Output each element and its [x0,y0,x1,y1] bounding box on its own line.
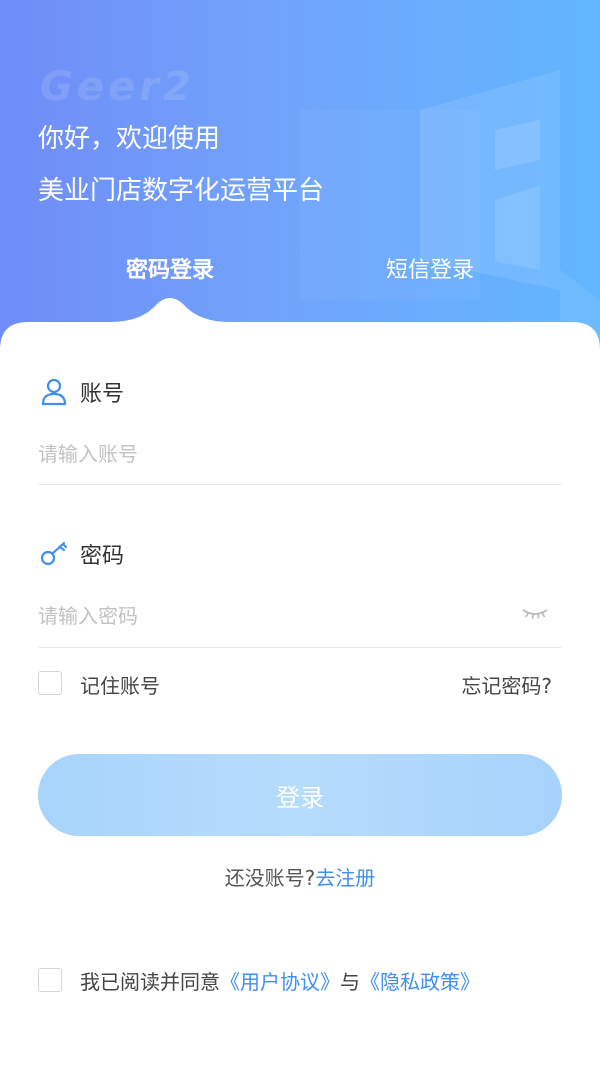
agreement-checkbox[interactable] [38,968,62,992]
tab-password-login[interactable]: 密码登录 [80,252,260,284]
greeting-line1: 你好，欢迎使用 [38,124,221,154]
agreement-prefix: 我已阅读并同意 [80,970,220,994]
password-divider [38,647,562,648]
register-link[interactable]: 去注册 [315,866,375,890]
account-label: 账号 [38,376,124,408]
account-divider [38,484,562,485]
password-label-text: 密码 [80,544,125,569]
agreement-row: 我已阅读并同意《用户协议》与《隐私政策》 [80,966,480,995]
key-icon [38,538,70,570]
password-input[interactable] [38,588,508,644]
remember-checkbox[interactable] [38,671,62,695]
agreement-connector: 与 [340,970,360,994]
brand-watermark: Geer2 [40,64,195,110]
password-label: 密码 [38,538,124,570]
eye-closed-icon[interactable] [520,602,550,622]
user-icon [38,376,70,408]
tab-sms-login[interactable]: 短信登录 [340,252,520,284]
privacy-policy-link[interactable]: 《隐私政策》 [360,970,480,994]
account-label-text: 账号 [80,382,125,407]
login-button[interactable]: 登录 [38,754,562,836]
remember-label: 记住账号 [80,674,160,698]
register-prompt: 还没账号? [224,866,316,890]
account-input[interactable] [38,426,562,482]
register-row: 还没账号?去注册 [0,862,600,891]
greeting-line2: 美业门店数字化运营平台 [38,176,325,206]
user-agreement-link[interactable]: 《用户协议》 [220,970,340,994]
forgot-password-link[interactable]: 忘记密码? [461,670,552,699]
